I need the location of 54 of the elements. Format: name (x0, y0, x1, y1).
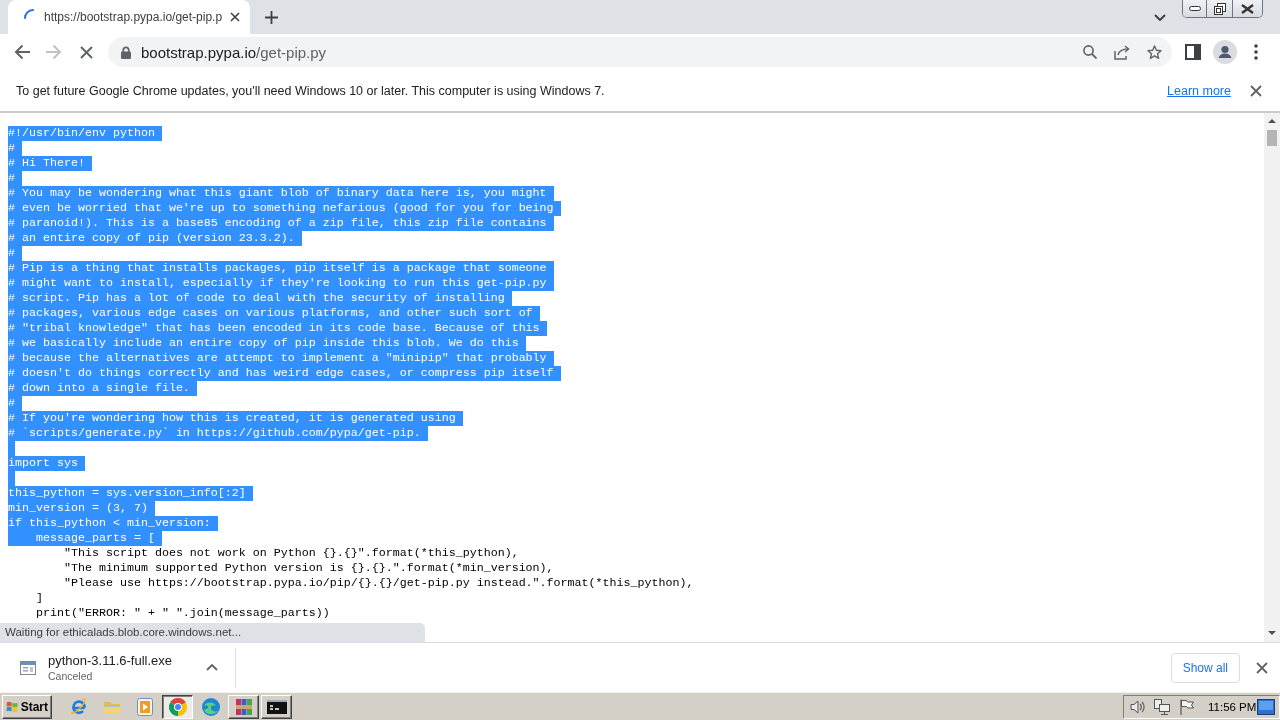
browser-tab[interactable]: https://bootstrap.pypa.io/get-pip.p (8, 0, 251, 34)
wave-circle-icon[interactable] (201, 697, 220, 716)
code-line: print("ERROR: " + " ".join(message_parts)) (34, 606, 330, 621)
scroll-down-arrow-icon[interactable] (1268, 631, 1276, 635)
back-arrow-icon[interactable] (14, 44, 30, 60)
star-icon[interactable] (1147, 44, 1162, 60)
avatar-icon[interactable] (1213, 40, 1237, 64)
share-icon[interactable] (1114, 44, 1130, 60)
url-text: bootstrap.pypa.io/get-pip.py (141, 43, 327, 61)
flag-icon[interactable] (1180, 698, 1194, 715)
flag-logo-icon (6, 699, 19, 714)
minimize-button[interactable] (1183, 0, 1206, 17)
show-all-button[interactable]: Show all (1170, 652, 1240, 683)
close-window-button[interactable] (1232, 0, 1262, 17)
start-button[interactable]: Start (2, 694, 52, 719)
clock[interactable]: 11:56 PM (1208, 700, 1257, 713)
lock-icon (121, 45, 131, 59)
speaker-icon[interactable] (1130, 698, 1146, 715)
close-icon[interactable] (1256, 661, 1268, 674)
terminal-icon (266, 699, 287, 714)
scrollbar[interactable] (1264, 113, 1280, 642)
tricolor-circle-icon (168, 697, 187, 716)
close-icon[interactable] (1250, 84, 1262, 97)
window-file-icon (20, 660, 36, 675)
restore-icon (1213, 2, 1226, 15)
status-bubble: Waiting for ethicalads.blob.core.windows.net... (0, 623, 425, 642)
caret-down-icon[interactable] (1154, 14, 1166, 21)
close-icon (1241, 3, 1254, 14)
address-bar[interactable]: bootstrap.pypa.io/get-pip.py (108, 37, 1172, 67)
code-line: "The minimum supported Python version is {}.{}.".format(*min_version), (62, 561, 554, 576)
download-filename[interactable]: python-3.11.6-full.exe (48, 653, 173, 668)
show-desktop-icon[interactable] (1257, 698, 1275, 715)
search-icon[interactable] (1083, 45, 1097, 59)
learn-more-link[interactable]: Learn more (1167, 83, 1231, 98)
sidebar-icon[interactable] (1185, 44, 1201, 60)
books-icon (234, 697, 253, 716)
scrollbar-thumb[interactable] (1267, 130, 1277, 146)
download-status: Canceled (48, 670, 94, 682)
code-line: "This script does not work on Python {}.{}".format(*this_python), (62, 546, 519, 561)
more-menu-icon[interactable] (1254, 44, 1258, 60)
caret-up-icon[interactable] (206, 664, 218, 671)
restore-button[interactable] (1206, 0, 1232, 17)
play-icon[interactable] (136, 697, 153, 716)
close-icon[interactable] (230, 12, 241, 22)
minimize-icon (1188, 6, 1201, 11)
taskbar-button[interactable] (162, 694, 193, 719)
code-line: "Please use https://bootstrap.pypa.io/pip/{}.{}/get-pip.py instead.".format(*this_python), (62, 576, 694, 591)
plus-icon[interactable] (265, 10, 279, 24)
infobar-message: To get future Google Chrome updates, you'll need Windows 10 or later. This computer is using Windows 7. (16, 83, 606, 98)
scroll-up-arrow-icon[interactable] (1268, 119, 1276, 123)
e-logo-icon[interactable] (69, 697, 88, 716)
stop-icon[interactable] (80, 45, 93, 59)
code-line: ] (34, 591, 43, 606)
network-icon[interactable] (1154, 698, 1170, 715)
